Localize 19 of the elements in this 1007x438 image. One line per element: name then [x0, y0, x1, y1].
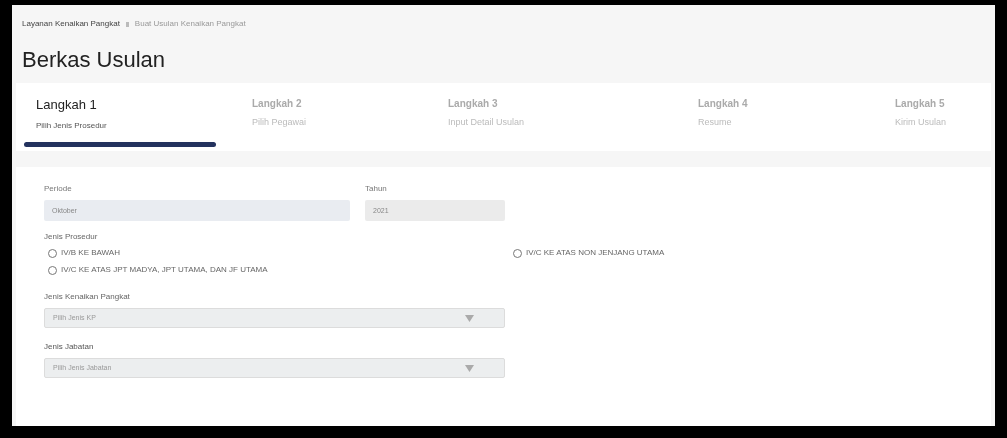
page-title: Berkas Usulan — [21, 47, 167, 73]
field-label: Jenis Kenaikan Pangkat — [44, 291, 131, 303]
step-tab[interactable]: Langkah 2 Pilih Pegawai — [248, 83, 444, 151]
breadcrumb-separator-icon — [125, 21, 129, 27]
field-label: Periode — [44, 183, 73, 195]
step-tab[interactable]: Langkah 1 Pilih Jenis Prosedur — [16, 83, 248, 151]
field-label: Jenis Jabatan — [44, 341, 95, 353]
radio-option[interactable]: IV/C KE ATAS JPT MADYA, JPT UTAMA, DAN JF UTAMA — [48, 264, 268, 276]
breadcrumb-link[interactable]: Layanan Kenaikan Pangkat — [22, 18, 120, 30]
field-label: Tahun — [365, 183, 388, 195]
radio-option[interactable]: IV/B KE BAWAH — [48, 247, 120, 259]
step-tab[interactable]: Langkah 3 Input Detail Usulan — [444, 83, 694, 151]
breadcrumb-current: Buat Usulan Kenaikan Pangkat — [134, 18, 246, 30]
dropdown-caret-icon — [465, 314, 474, 322]
step-tab[interactable]: Langkah 4 Resume — [694, 83, 891, 151]
dropdown-caret-icon — [465, 364, 474, 372]
radio-option[interactable]: IV/C KE ATAS NON JENJANG UTAMA — [513, 247, 665, 259]
field-label: Jenis Prosedur — [44, 231, 99, 243]
step-tab[interactable]: Langkah 5 Kirim Usulan — [891, 83, 971, 151]
